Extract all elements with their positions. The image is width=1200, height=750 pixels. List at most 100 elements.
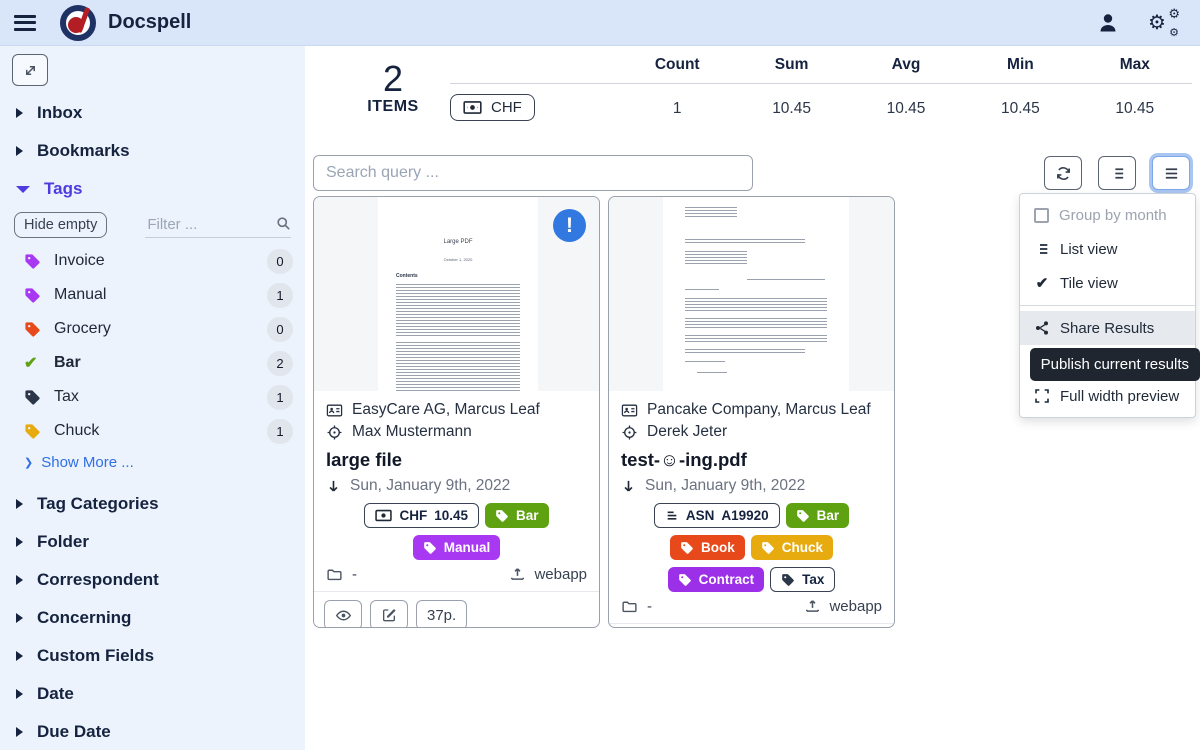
asn-value: A19920 (721, 508, 768, 523)
refresh-icon (1055, 165, 1072, 182)
refresh-button[interactable] (1044, 156, 1082, 190)
tag-badge[interactable]: Chuck (751, 535, 833, 560)
address-card-icon (621, 402, 638, 419)
asn-label: ASN (686, 508, 715, 523)
tag-icon (495, 509, 509, 523)
currency-badge: CHF (450, 94, 535, 121)
crosshair-icon (326, 424, 343, 441)
item-title[interactable]: test-☺-ing.pdf (621, 449, 882, 471)
show-more-link[interactable]: ❯ Show More ... (0, 448, 305, 477)
tag-icon (24, 253, 41, 270)
correspondent-name: EasyCare AG, Marcus Leaf (352, 401, 540, 419)
sidebar-item-due-date[interactable]: Due Date (0, 713, 305, 750)
tag-badge[interactable]: Contract (668, 567, 765, 592)
tag-row-bar-selected[interactable]: ✔ Bar 2 (0, 346, 305, 380)
tag-badge-label: Bar (817, 508, 840, 523)
menu-item-list-view[interactable]: List view (1020, 232, 1195, 266)
item-card[interactable]: Pancake Company, Marcus Leaf Derek Jeter… (608, 196, 895, 628)
menu-item-tile-view[interactable]: ✔ Tile view (1020, 266, 1195, 300)
sidebar-item-date[interactable]: Date (0, 675, 305, 713)
check-icon: ✔ (1034, 274, 1050, 292)
tag-badge[interactable]: Book (670, 535, 745, 560)
sidebar-item-label: Tags (44, 179, 82, 199)
correspondent-row: Pancake Company, Marcus Leaf (621, 399, 882, 421)
item-badges: ASN A19920 Bar (621, 503, 882, 592)
item-preview[interactable] (609, 197, 894, 391)
menu-item-share-results[interactable]: Share Results (1020, 311, 1195, 345)
preview-text-lines (685, 207, 737, 219)
money-amount: 10.45 (434, 508, 468, 523)
edit-button[interactable] (370, 600, 408, 628)
folder-icon (326, 566, 343, 583)
asn-badge: ASN A19920 (654, 503, 780, 528)
tag-icon (24, 423, 41, 440)
tag-badge[interactable]: Bar (786, 503, 850, 528)
sidebar-item-label: Inbox (37, 103, 82, 123)
stats-col-spacer (450, 56, 620, 74)
card-actions: 37p. (314, 591, 599, 628)
caret-right-icon (16, 108, 23, 118)
sidebar-item-folder[interactable]: Folder (0, 523, 305, 561)
tag-icon (24, 321, 41, 338)
user-icon[interactable] (1096, 11, 1120, 35)
sidebar-item-label: Date (37, 684, 74, 704)
tag-icon (24, 389, 41, 406)
item-preview[interactable]: ! Large PDF October 1, 2020 Contents (314, 197, 599, 391)
preview-text-lines (685, 335, 827, 344)
collapse-sidebar-button[interactable] (12, 54, 48, 86)
sidebar-item-correspondent[interactable]: Correspondent (0, 561, 305, 599)
caret-right-icon (16, 499, 23, 509)
tag-row-invoice[interactable]: Invoice 0 (0, 244, 305, 278)
stats-col-sum: Sum (734, 56, 848, 74)
tag-row-tax[interactable]: Tax 1 (0, 380, 305, 414)
stats-col-count: Count (620, 56, 734, 74)
stats-value-count: 1 (620, 94, 734, 121)
search-input[interactable] (313, 155, 753, 191)
sidebar-item-inbox[interactable]: Inbox (0, 94, 305, 132)
preview-text-lines (697, 372, 727, 375)
tag-row-chuck[interactable]: Chuck 1 (0, 414, 305, 448)
expand-corners-icon (1034, 388, 1050, 404)
item-card[interactable]: ! Large PDF October 1, 2020 Contents (313, 196, 600, 628)
checkbox-icon (1034, 208, 1049, 223)
settings-gears-icon[interactable]: ⚙⚙⚙ (1148, 10, 1178, 36)
sidebar-item-tags[interactable]: Tags (0, 170, 305, 208)
tag-badge[interactable]: Manual (413, 535, 501, 560)
tag-row-grocery[interactable]: Grocery 0 (0, 312, 305, 346)
show-more-label: Show More ... (41, 454, 134, 471)
tag-badge[interactable]: Bar (485, 503, 549, 528)
tag-filter-input[interactable] (145, 212, 291, 238)
caret-right-icon (16, 651, 23, 661)
tag-row-manual[interactable]: Manual 1 (0, 278, 305, 312)
folder-value: - (647, 598, 652, 615)
card-footer: - webapp (621, 592, 882, 623)
item-title[interactable]: large file (326, 449, 587, 471)
preview-eye-button[interactable] (324, 600, 362, 628)
hide-empty-button[interactable]: Hide empty (14, 212, 107, 238)
sidebar-item-tag-categories[interactable]: Tag Categories (0, 485, 305, 523)
tag-badge-outline[interactable]: Tax (770, 567, 835, 592)
tag-icon (781, 573, 795, 587)
item-date-row: Sun, January 9th, 2022 (326, 477, 587, 495)
sidebar-item-label: Concerning (37, 608, 131, 628)
selection-mode-button[interactable] (1098, 156, 1136, 190)
view-menu-button[interactable] (1152, 156, 1190, 190)
sidebar-item-label: Custom Fields (37, 646, 154, 666)
sidebar-item-concerning[interactable]: Concerning (0, 599, 305, 637)
app-title: Docspell (108, 11, 191, 34)
menu-item-group-by-month[interactable]: Group by month (1020, 198, 1195, 232)
sidebar-item-custom-fields[interactable]: Custom Fields (0, 637, 305, 675)
hamburger-menu-icon[interactable] (14, 15, 36, 31)
menu-item-full-width-preview[interactable]: Full width preview (1020, 379, 1195, 413)
sidebar-item-label: Tag Categories (37, 494, 159, 514)
upload-icon (804, 598, 821, 615)
card-footer: - webapp (326, 560, 587, 591)
card-actions: 1p. 2022/01/29 (609, 623, 894, 628)
menu-item-label: Group by month (1059, 207, 1167, 224)
top-navbar: Docspell ⚙⚙⚙ (0, 0, 1200, 46)
sidebar-item-bookmarks[interactable]: Bookmarks (0, 132, 305, 170)
money-bill-icon (463, 100, 482, 115)
tag-name: Manual (54, 286, 106, 304)
caret-down-icon (16, 186, 30, 193)
concerning-name: Max Mustermann (352, 423, 472, 441)
